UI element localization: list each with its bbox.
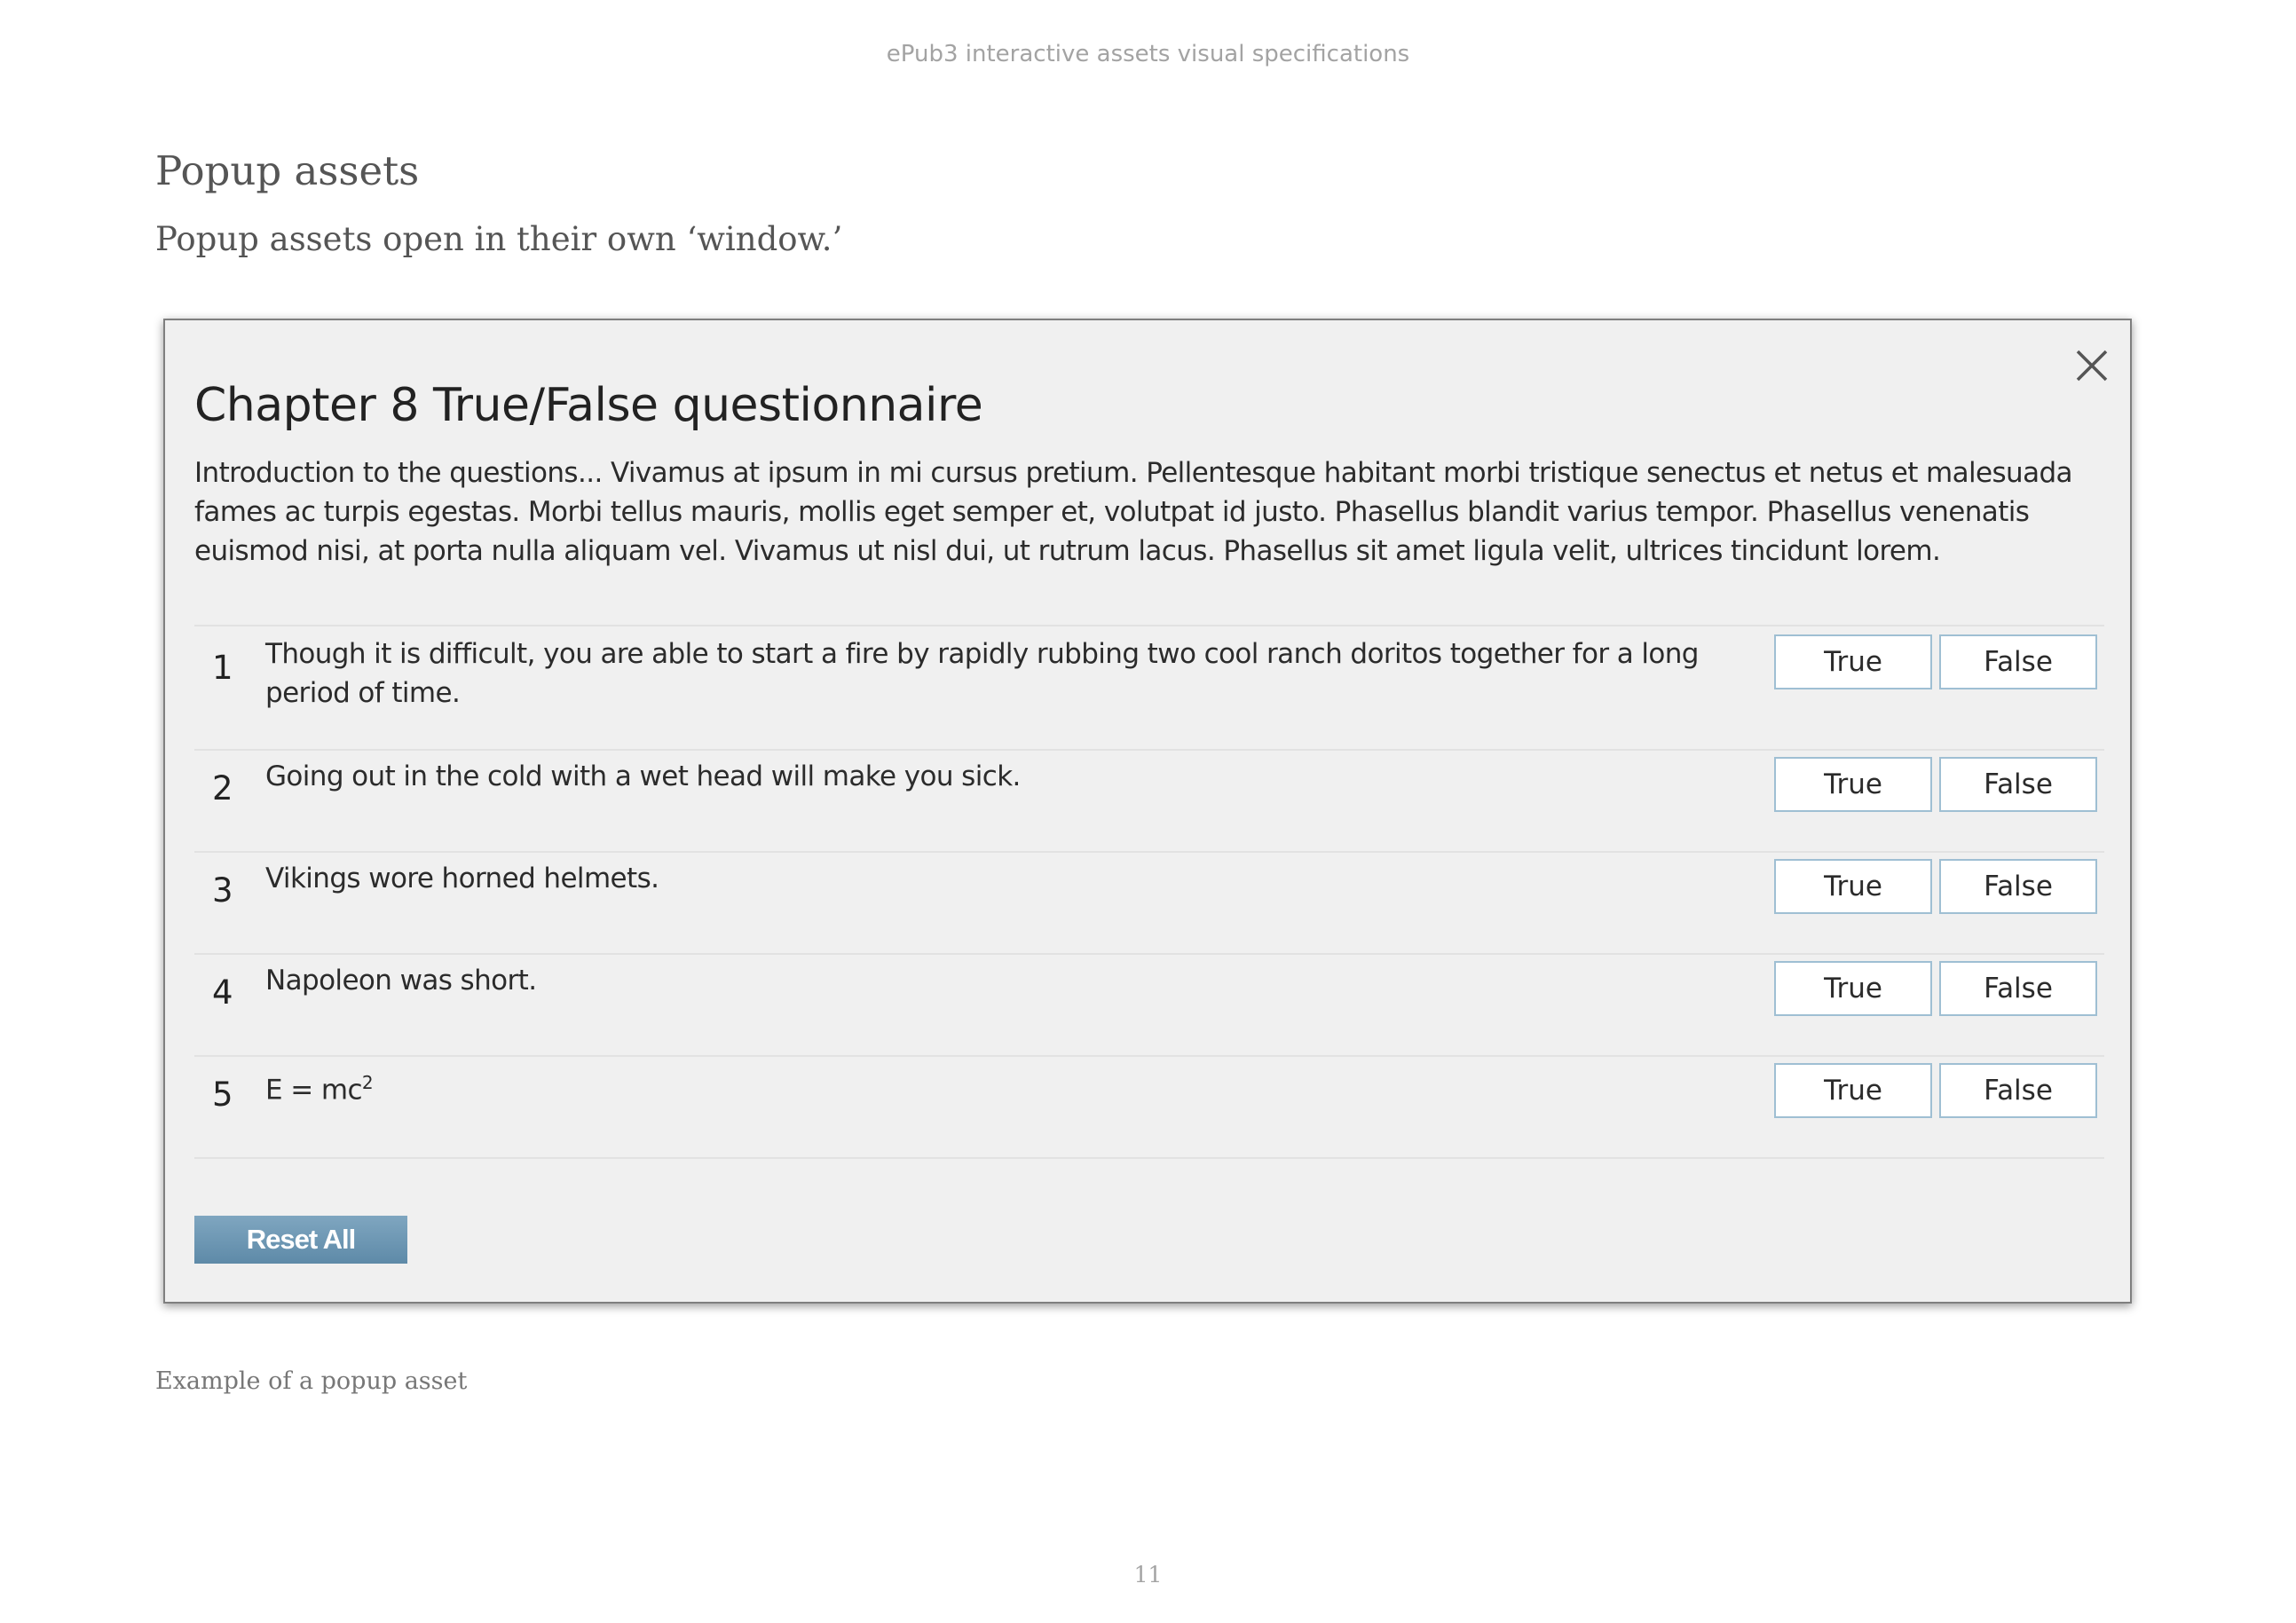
true-button[interactable]: True bbox=[1774, 757, 1932, 812]
false-button[interactable]: False bbox=[1939, 859, 2097, 914]
popup-window: Chapter 8 True/False questionnaire Intro… bbox=[163, 319, 2132, 1304]
popup-title: Chapter 8 True/False questionnaire bbox=[194, 379, 983, 432]
section-description: Popup assets open in their own ‘window.’ bbox=[155, 220, 843, 258]
false-button[interactable]: False bbox=[1939, 961, 2097, 1016]
false-button[interactable]: False bbox=[1939, 634, 2097, 689]
true-button[interactable]: True bbox=[1774, 1063, 1932, 1118]
section-title: Popup assets bbox=[155, 147, 420, 194]
reset-all-button[interactable]: Reset All bbox=[194, 1216, 407, 1264]
question-number: 2 bbox=[212, 769, 233, 808]
popup-intro: Introduction to the questions... Vivamus… bbox=[194, 457, 2073, 567]
false-button[interactable]: False bbox=[1939, 757, 2097, 812]
true-button[interactable]: True bbox=[1774, 859, 1932, 914]
page-number: 11 bbox=[1133, 1562, 1163, 1588]
question-row-4: 4 Napoleon was short. True False bbox=[194, 955, 2104, 1057]
question-text: Vikings wore horned helmets. bbox=[265, 863, 659, 894]
question-text-base: E = mc bbox=[265, 1074, 363, 1107]
question-number: 1 bbox=[212, 649, 233, 687]
false-button[interactable]: False bbox=[1939, 1063, 2097, 1118]
question-text: Napoleon was short. bbox=[265, 965, 537, 997]
question-text: Going out in the cold with a wet head wi… bbox=[265, 760, 1021, 792]
question-row-1: 1 Though it is difficult, you are able t… bbox=[194, 626, 2104, 751]
question-row-5: 5 E = mc2 True False bbox=[194, 1057, 2104, 1159]
page-header: ePub3 interactive assets visual specific… bbox=[886, 41, 1410, 67]
question-number: 5 bbox=[212, 1075, 233, 1114]
question-number: 4 bbox=[212, 973, 233, 1012]
close-icon[interactable] bbox=[2070, 343, 2114, 388]
question-text: E = mc2 bbox=[265, 1063, 1739, 1109]
true-button[interactable]: True bbox=[1774, 961, 1932, 1016]
question-number: 3 bbox=[212, 871, 233, 910]
question-list: 1 Though it is difficult, you are able t… bbox=[194, 625, 2104, 1159]
figure-caption: Example of a popup asset bbox=[155, 1367, 468, 1395]
question-text-superscript: 2 bbox=[361, 1072, 374, 1093]
true-button[interactable]: True bbox=[1774, 634, 1932, 689]
question-row-2: 2 Going out in the cold with a wet head … bbox=[194, 751, 2104, 853]
question-row-3: 3 Vikings wore horned helmets. True Fals… bbox=[194, 853, 2104, 955]
question-text: Though it is difficult, you are able to … bbox=[265, 638, 1699, 709]
